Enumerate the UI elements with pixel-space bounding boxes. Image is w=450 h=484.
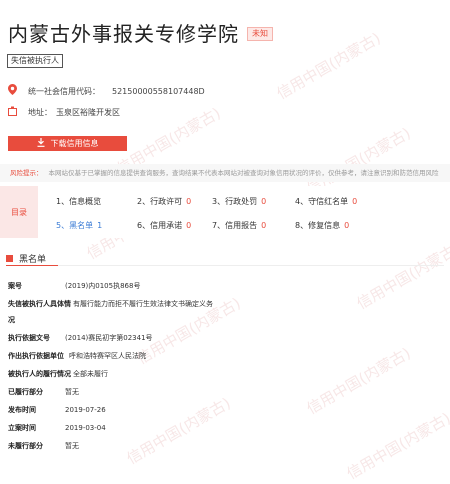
field-label: 执行依据文号 — [8, 334, 50, 342]
field-label: 被执行人的履行情况 — [8, 370, 71, 378]
address-icon — [8, 106, 20, 119]
field-value: 暂无 — [65, 442, 79, 450]
watermark-text: 信用中国(内蒙古) — [123, 393, 234, 468]
menu-item-count: 0 — [352, 197, 358, 206]
field-value: 2019-03-04 — [65, 424, 106, 432]
address-row: 地址： 玉泉区裕隆开发区 — [8, 106, 120, 119]
detail-row-situation: 失信被执行人具体情 有履行能力而拒不履行生效法律文书确定义务 — [8, 299, 213, 309]
field-label: 已履行部分 — [8, 388, 43, 396]
field-label: 发布时间 — [8, 406, 36, 414]
field-value: (2014)赛民初字第02341号 — [65, 334, 153, 342]
menu-item-blacklist[interactable]: 5、黑名单 1 — [56, 220, 102, 231]
menu-item-count: 0 — [186, 197, 192, 206]
detail-row-unperformed: 未履行部分 暂无 — [8, 441, 79, 451]
detail-row-case-no: 案号 (2019)内0105执868号 — [8, 281, 140, 291]
download-label: 下载信用信息 — [50, 139, 99, 148]
watermark-text: 信用中国(内蒙古) — [353, 238, 450, 313]
menu-item-count: 0 — [261, 197, 267, 206]
menu-item-label: 3、行政处罚 — [212, 197, 258, 206]
field-label: 况 — [8, 316, 15, 324]
menu-item-label: 8、修复信息 — [295, 221, 341, 230]
menu-item-admin-penalty[interactable]: 3、行政处罚 0 — [212, 196, 266, 207]
catalog-label: 目录 — [0, 186, 38, 238]
section-marker — [6, 255, 13, 262]
credit-code-value: 52150000558107448D — [112, 86, 205, 96]
menu-item-label: 5、黑名单 — [56, 221, 94, 230]
field-label: 未履行部分 — [8, 442, 43, 450]
detail-row-court: 作出执行依据单位 呼和浩特赛罕区人民法院 — [8, 351, 146, 361]
menu-item-credit-report[interactable]: 7、信用报告 0 — [212, 220, 266, 231]
risk-text: 本网站仅基于已掌握的信息提供查询服务，查询结果不代表本网站对被查询对象信用状况的… — [48, 169, 439, 177]
section-divider — [6, 265, 444, 266]
field-label: 案号 — [8, 282, 22, 290]
risk-label: 风险提示： — [10, 169, 43, 177]
field-value: 有履行能力而拒不履行生效法律文书确定义务 — [73, 300, 213, 308]
menu-item-admin-license[interactable]: 2、行政许可 0 — [137, 196, 191, 207]
menu-item-overview[interactable]: 1、信息概览 — [56, 196, 105, 207]
menu-item-label: 2、行政许可 — [137, 197, 183, 206]
address-value: 玉泉区裕隆开发区 — [56, 108, 120, 117]
dishonest-tag: 失信被执行人 — [7, 54, 63, 68]
risk-notice: 风险提示： 本网站仅基于已掌握的信息提供查询服务，查询结果不代表本网站对被查询对象… — [0, 164, 450, 182]
credit-code-label: 统一社会信用代码： — [28, 86, 100, 96]
menu-item-credit-commitment[interactable]: 6、信用承诺 0 — [137, 220, 191, 231]
blacklist-section-header: 黑名单 — [6, 252, 46, 265]
download-icon — [37, 137, 45, 150]
menu-item-label: 6、信用承诺 — [137, 221, 183, 230]
menu-item-repair-info[interactable]: 8、修复信息 0 — [295, 220, 349, 231]
field-value: 呼和浩特赛罕区人民法院 — [69, 352, 146, 360]
menu-item-count: 1 — [97, 221, 103, 230]
detail-row-basis-no: 执行依据文号 (2014)赛民初字第02341号 — [8, 333, 153, 343]
field-value: (2019)内0105执868号 — [65, 282, 141, 290]
field-label: 失信被执行人具体情 — [8, 300, 71, 308]
field-value: 2019-07-26 — [65, 406, 106, 414]
field-label: 作出执行依据单位 — [8, 352, 64, 360]
watermark-text: 信用中国(内蒙古) — [273, 28, 384, 103]
menu-item-count: 0 — [261, 221, 267, 230]
catalog-menu: 目录 1、信息概览 2、行政许可 0 3、行政处罚 0 4、守信红名单 0 5、黑名单… — [0, 186, 450, 238]
menu-item-label: 7、信用报告 — [212, 221, 258, 230]
detail-row-performance: 被执行人的履行情况 全部未履行 — [8, 369, 108, 379]
field-value: 暂无 — [65, 388, 79, 396]
location-pin-icon — [8, 84, 20, 98]
credit-code-row: 统一社会信用代码： 52150000558107448D — [8, 84, 205, 98]
section-title: 黑名单 — [19, 255, 47, 265]
menu-item-red-list[interactable]: 4、守信红名单 0 — [295, 196, 357, 207]
detail-row-filed-time: 立案时间 2019-03-04 — [8, 423, 106, 433]
menu-item-label: 1、信息概览 — [56, 197, 102, 206]
watermark-text: 信用中国(内蒙古) — [303, 343, 414, 418]
detail-row-performed: 已履行部分 暂无 — [8, 387, 79, 397]
company-header: 内蒙古外事报关专修学院 未知 — [8, 18, 273, 47]
watermark-text: 信用中国(内蒙古) — [343, 408, 450, 483]
field-label: 立案时间 — [8, 424, 36, 432]
field-value: 全部未履行 — [73, 370, 108, 378]
address-label: 地址： — [28, 108, 52, 117]
company-name: 内蒙古外事报关专修学院 — [8, 22, 239, 46]
menu-item-count: 0 — [344, 221, 350, 230]
detail-row-publish-time: 发布时间 2019-07-26 — [8, 405, 106, 415]
download-credit-button[interactable]: 下载信用信息 — [8, 136, 127, 151]
menu-item-label: 4、守信红名单 — [295, 197, 349, 206]
menu-item-count: 0 — [186, 221, 192, 230]
status-badge: 未知 — [247, 26, 273, 41]
detail-row-situation-cont: 况 — [8, 315, 65, 325]
